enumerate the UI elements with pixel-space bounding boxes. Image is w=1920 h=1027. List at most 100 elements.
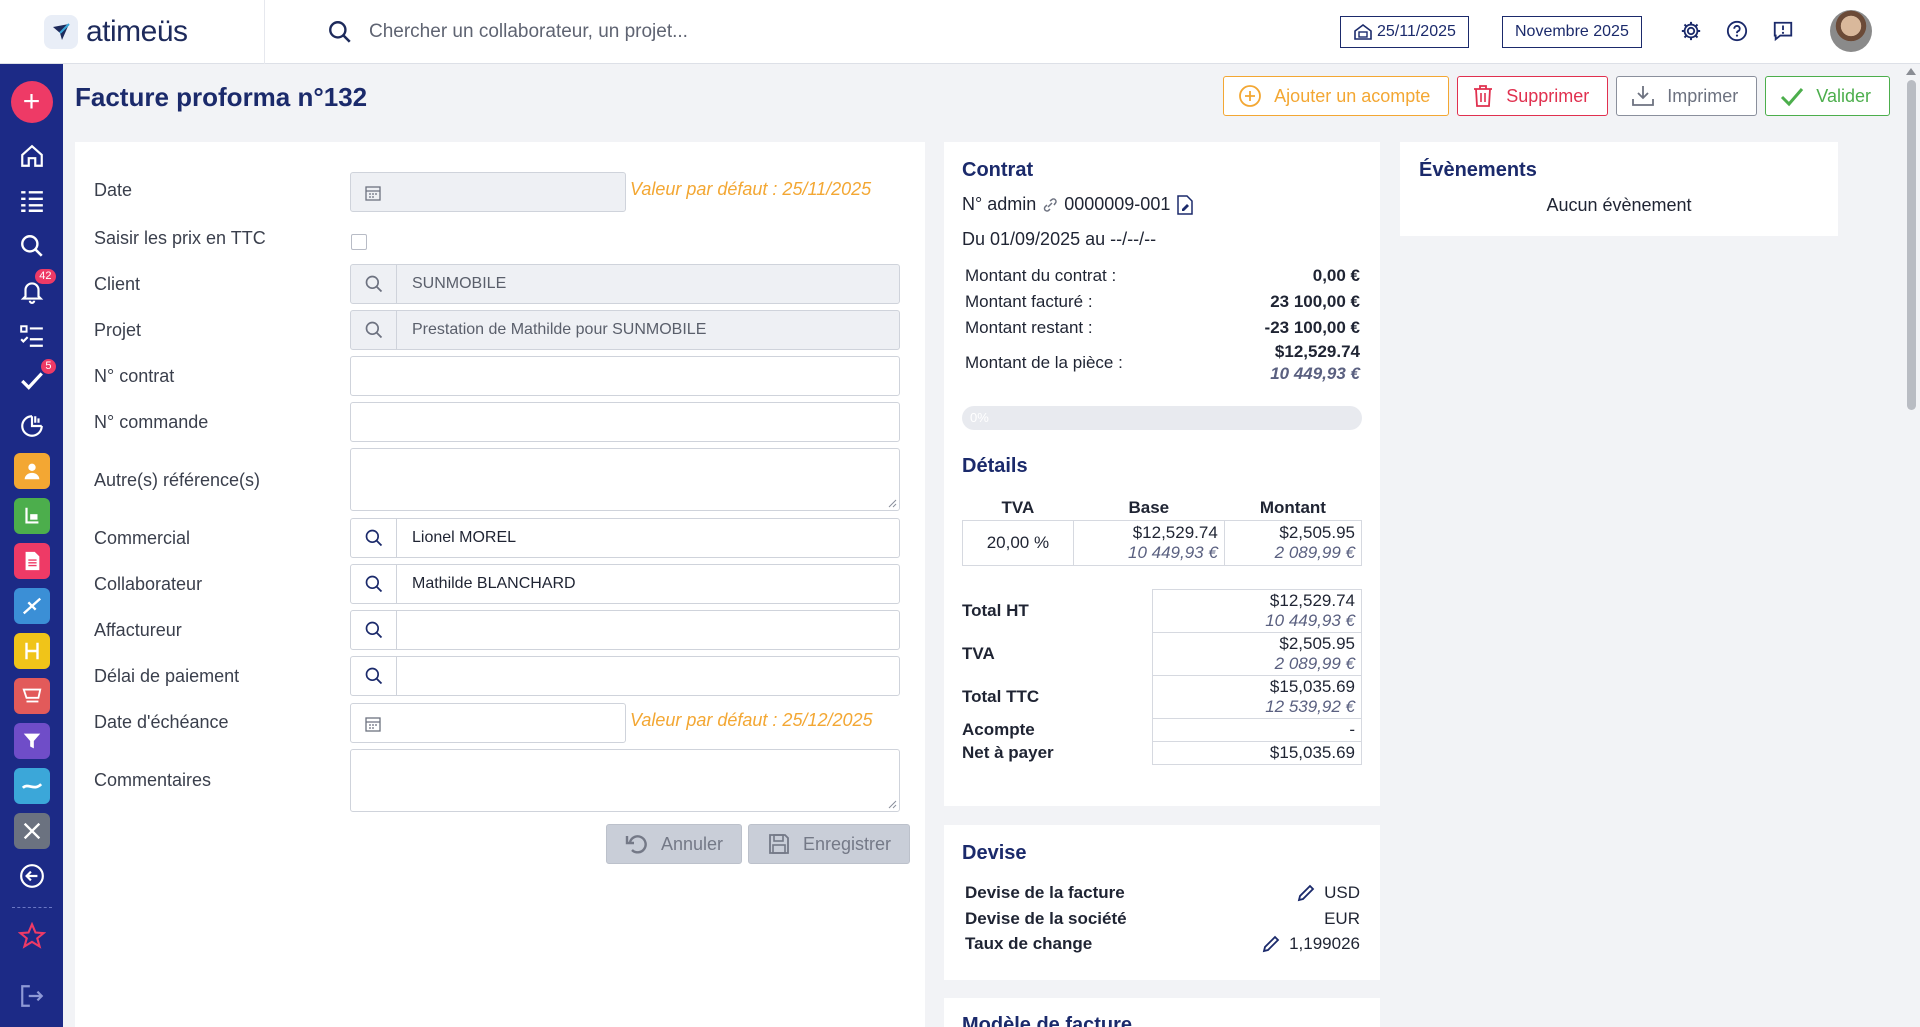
factor-search-icon[interactable] bbox=[351, 611, 397, 649]
contract-title: Contrat bbox=[962, 159, 1034, 181]
sales-value: Lionel MOREL bbox=[412, 529, 517, 546]
current-date-button[interactable]: 25/11/2025 bbox=[1340, 16, 1469, 48]
sales-field[interactable]: Lionel MOREL bbox=[350, 518, 900, 558]
vat-amount-eur: 2 089,99 € bbox=[1274, 543, 1355, 562]
user-avatar[interactable] bbox=[1830, 10, 1872, 52]
hotel-module-icon[interactable] bbox=[12, 631, 52, 671]
plus-circle-icon bbox=[1239, 85, 1262, 107]
list-icon[interactable] bbox=[12, 181, 52, 221]
print-label: Imprimer bbox=[1667, 85, 1739, 106]
shop-module-icon[interactable] bbox=[12, 676, 52, 716]
comments-textarea[interactable] bbox=[350, 749, 900, 812]
feedback-icon[interactable] bbox=[1770, 18, 1796, 44]
sidebar: + 42 5 bbox=[0, 64, 63, 1027]
search-input[interactable] bbox=[369, 20, 969, 43]
print-button[interactable]: Imprimer bbox=[1616, 76, 1758, 116]
invoice-currency-value: USD bbox=[1324, 883, 1360, 902]
other-refs-textarea[interactable] bbox=[350, 448, 900, 511]
notifications-badge: 42 bbox=[35, 269, 56, 284]
events-title: Évènements bbox=[1419, 159, 1537, 181]
admin-label: N° admin bbox=[962, 194, 1037, 214]
travel-module-icon[interactable] bbox=[12, 586, 52, 626]
check-icon[interactable]: 5 bbox=[12, 359, 56, 401]
sales-search-icon[interactable] bbox=[351, 519, 397, 557]
sidebar-search-icon[interactable] bbox=[12, 226, 52, 266]
tva-value: $2,505.95 bbox=[1279, 634, 1355, 653]
due-date-label: Date d'échéance bbox=[94, 712, 229, 732]
project-search-icon[interactable] bbox=[351, 311, 397, 349]
period-selector[interactable]: Novembre 2025 bbox=[1502, 16, 1642, 48]
vat-table: TVA Base Montant 20,00 % $12,529.74 10 44… bbox=[962, 494, 1363, 566]
add-button[interactable]: + bbox=[10, 81, 53, 123]
sidebar-divider bbox=[11, 907, 52, 908]
contacts-module-icon[interactable] bbox=[12, 451, 52, 491]
client-search-icon[interactable] bbox=[351, 265, 397, 303]
events-panel: Évènements Aucun évènement bbox=[1400, 142, 1838, 236]
calendar-icon bbox=[365, 717, 381, 732]
validate-button[interactable]: Valider bbox=[1765, 76, 1890, 116]
resize-grip-icon[interactable] bbox=[887, 498, 897, 508]
star-icon[interactable] bbox=[12, 916, 52, 956]
project-value: Prestation de Mathilde pour SUNMOBILE bbox=[412, 321, 707, 338]
contract-number-input[interactable] bbox=[350, 356, 900, 396]
due-date-input[interactable] bbox=[350, 703, 626, 743]
back-icon[interactable] bbox=[12, 856, 52, 896]
pencil-icon[interactable] bbox=[1296, 883, 1316, 903]
chart-icon[interactable] bbox=[12, 406, 52, 446]
scroll-thumb[interactable] bbox=[1907, 80, 1916, 410]
payment-delay-search-icon[interactable] bbox=[351, 657, 397, 695]
add-deposit-button[interactable]: Ajouter un acompte bbox=[1223, 76, 1450, 116]
home-icon[interactable] bbox=[12, 136, 52, 176]
project-field[interactable]: Prestation de Mathilde pour SUNMOBILE bbox=[350, 310, 900, 350]
timesheet-module-icon[interactable] bbox=[12, 496, 52, 536]
help-icon[interactable] bbox=[1724, 18, 1750, 44]
exchange-rate-row: Taux de change 1,199026 bbox=[965, 934, 1360, 954]
date-input[interactable] bbox=[350, 172, 626, 212]
client-field[interactable]: SUNMOBILE bbox=[350, 264, 900, 304]
company-currency-label: Devise de la société bbox=[965, 909, 1127, 928]
amount-invoiced-label: Montant facturé : bbox=[965, 292, 1093, 311]
tva-label: TVA bbox=[962, 644, 995, 663]
cancel-button[interactable]: Annuler bbox=[606, 824, 743, 864]
company-currency-value: EUR bbox=[1324, 909, 1360, 928]
payment-delay-field[interactable] bbox=[350, 656, 900, 696]
deposit-label: Acompte bbox=[962, 720, 1035, 739]
document-module-icon[interactable] bbox=[12, 541, 52, 581]
top-actions bbox=[1678, 10, 1872, 52]
factor-field[interactable] bbox=[350, 610, 900, 650]
ttc-checkbox[interactable] bbox=[351, 234, 367, 250]
date-label: Date bbox=[94, 180, 133, 200]
total-ht-cell: $12,529.74 10 449,93 € bbox=[1151, 589, 1362, 633]
date-default-hint: Valeur par défaut : 25/11/2025 bbox=[630, 179, 872, 199]
table-row: Total HT $12,529.74 10 449,93 € bbox=[962, 589, 1362, 633]
deposit-value: - bbox=[1151, 718, 1362, 742]
save-button[interactable]: Enregistrer bbox=[748, 824, 911, 864]
payment-module-icon[interactable] bbox=[12, 766, 52, 806]
invoice-form: Date Valeur par défaut : 25/11/2025 Sais… bbox=[75, 142, 925, 1027]
bell-icon[interactable]: 42 bbox=[12, 269, 56, 311]
details-title: Détails bbox=[962, 455, 1028, 477]
collaborator-field[interactable]: Mathilde BLANCHARD bbox=[350, 564, 900, 604]
link-icon[interactable] bbox=[1042, 197, 1058, 213]
gear-icon[interactable] bbox=[1678, 18, 1704, 44]
app-logo[interactable]: atimeüs bbox=[0, 0, 265, 64]
tva-eur: 2 089,99 € bbox=[1274, 654, 1355, 673]
page-scrollbar[interactable] bbox=[1902, 64, 1920, 1027]
admin-value[interactable]: 0000009-001 bbox=[1064, 194, 1170, 215]
checklist-icon[interactable] bbox=[12, 316, 52, 356]
order-number-input[interactable] bbox=[350, 402, 900, 442]
logout-icon[interactable] bbox=[12, 976, 52, 1016]
total-ht-eur: 10 449,93 € bbox=[1265, 611, 1355, 630]
vat-base-cell: $12,529.74 10 449,93 € bbox=[1072, 520, 1225, 566]
edit-document-icon[interactable] bbox=[1176, 194, 1194, 215]
tools-module-icon[interactable] bbox=[12, 811, 52, 851]
pencil-icon[interactable] bbox=[1261, 934, 1281, 954]
invoicing-progress-bar: 0% bbox=[962, 406, 1362, 430]
delete-button[interactable]: Supprimer bbox=[1457, 76, 1609, 116]
scroll-up-icon[interactable] bbox=[1906, 68, 1916, 75]
vat-base-eur: 10 449,93 € bbox=[1128, 543, 1218, 562]
resize-grip-icon[interactable] bbox=[887, 799, 897, 809]
search-icon[interactable] bbox=[327, 19, 353, 45]
filter-module-icon[interactable] bbox=[12, 721, 52, 761]
collaborator-search-icon[interactable] bbox=[351, 565, 397, 603]
